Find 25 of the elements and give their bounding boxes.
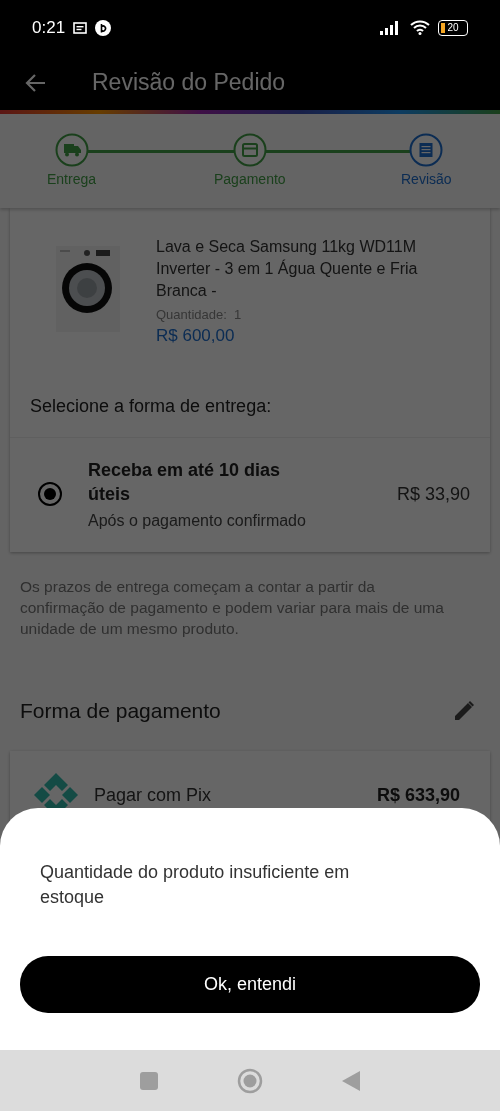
step-label[interactable]: Entrega xyxy=(47,171,97,187)
page-title: Revisão do Pedido xyxy=(92,69,286,96)
recent-apps-icon[interactable] xyxy=(139,1070,159,1091)
payment-total: R$ 633,90 xyxy=(376,784,460,806)
product-name: Lava e Seca Samsung 11kg WD11M Inverter - 3 em 1 Água Quente e Fria Branca - xyxy=(156,237,419,301)
edit-icon[interactable] xyxy=(452,699,476,723)
delivery-option-subtitle: Após o pagamento confirmado xyxy=(88,512,307,530)
delivery-heading: Selecione a forma de entrega: xyxy=(10,346,490,438)
delivery-price: R$ 33,90 xyxy=(396,483,470,505)
step-label[interactable]: Pagamento xyxy=(214,171,286,187)
step-label[interactable]: Revisão xyxy=(401,171,452,187)
section-heading: Forma de pagamento xyxy=(20,699,221,723)
message-icon xyxy=(73,21,88,34)
back-icon[interactable] xyxy=(341,1069,361,1092)
clock: 0:21 xyxy=(32,17,66,38)
product-price: R$ 600,00 xyxy=(156,326,236,346)
battery-icon: 20 xyxy=(438,19,468,36)
home-icon[interactable] xyxy=(237,1067,263,1094)
sheet-message: Quantidade do produto insuficiente em estoque xyxy=(39,861,351,909)
wifi-icon xyxy=(410,20,430,35)
radio-button[interactable] xyxy=(38,482,62,506)
ok-button[interactable]: Ok, entendi xyxy=(20,956,480,1013)
app-notification-icon xyxy=(95,19,112,36)
payment-method: Pagar com Pix xyxy=(94,784,213,806)
delivery-option-title: Receba em até 10 dias úteis xyxy=(88,459,282,506)
